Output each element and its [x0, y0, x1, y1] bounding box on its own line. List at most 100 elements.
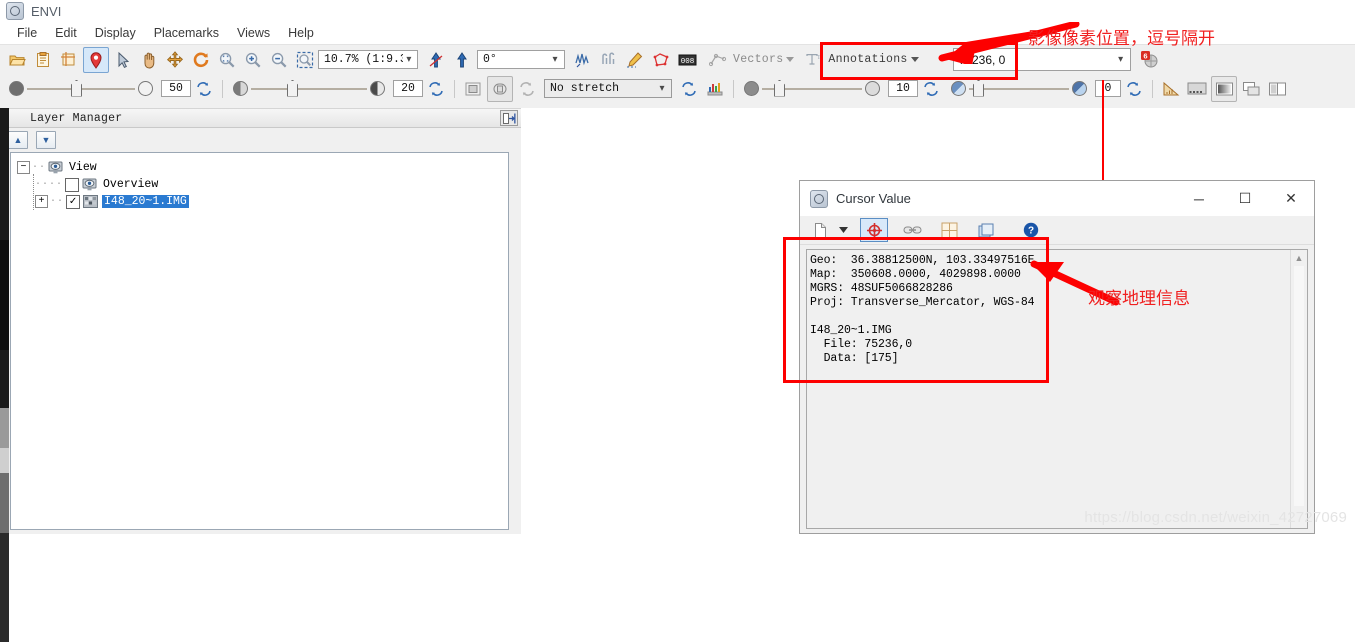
vectors-label[interactable]: Vectors — [733, 53, 783, 66]
filmstrip-icon[interactable] — [1185, 77, 1209, 101]
roi-icon[interactable] — [649, 48, 673, 72]
minimize-button[interactable]: ─ — [1176, 182, 1222, 216]
stretch-type-combo[interactable]: No stretch ▾ — [544, 79, 672, 98]
export-dropdown-caret-icon[interactable] — [837, 219, 849, 241]
menu-item-file[interactable]: File — [8, 24, 46, 42]
spectral-profile-icon[interactable] — [571, 48, 595, 72]
export-file-icon[interactable] — [808, 219, 834, 241]
grid-icon[interactable] — [936, 219, 962, 241]
go-to-pixel-icon[interactable]: 6 — [1138, 48, 1162, 72]
north-arrow-icon-2[interactable] — [450, 48, 474, 72]
annotations-icon[interactable]: T — [801, 48, 825, 72]
stacked-view-icon[interactable] — [1239, 77, 1263, 101]
chevron-down-icon[interactable]: ▾ — [1114, 54, 1128, 65]
reset-brightness-icon[interactable] — [192, 77, 216, 101]
contrast-value[interactable]: 20 — [393, 80, 423, 97]
view-eye-icon — [48, 161, 63, 174]
tree-label-overview: Overview — [103, 178, 159, 191]
tree-expander-collapse[interactable]: − — [17, 161, 30, 174]
vertical-profile-icon[interactable] — [597, 48, 621, 72]
crosshair-target-icon[interactable] — [860, 218, 888, 242]
annotations-label[interactable]: Annotations — [828, 53, 907, 66]
vectors-dropdown-caret-icon[interactable] — [786, 57, 795, 62]
zoom-to-extent-icon[interactable] — [487, 75, 513, 102]
open-file-icon[interactable] — [5, 48, 29, 72]
contrast-slider[interactable] — [230, 79, 388, 97]
crop-icon[interactable] — [57, 48, 81, 72]
split-view-icon[interactable] — [1265, 77, 1289, 101]
menu-item-edit[interactable]: Edit — [46, 24, 86, 42]
pan-hand-icon[interactable] — [137, 48, 161, 72]
close-button[interactable]: ✕ — [1268, 182, 1314, 216]
scroll-up-arrow-icon[interactable]: ▲ — [1291, 250, 1307, 266]
scrollbar-thumb[interactable] — [1294, 266, 1304, 506]
fit-to-window-icon[interactable] — [461, 77, 485, 101]
pixel-location-input[interactable]: 75236, 0 ▾ — [952, 48, 1131, 71]
rotate-icon[interactable] — [189, 48, 213, 72]
raster-checkbox[interactable]: ✓ — [66, 194, 81, 209]
menu-item-display[interactable]: Display — [86, 24, 145, 42]
menu-item-placemarks[interactable]: Placemarks — [145, 24, 228, 42]
menu-item-help[interactable]: Help — [279, 24, 323, 42]
image-strip-segment — [0, 240, 9, 350]
reset-sharpen-icon[interactable] — [1122, 77, 1146, 101]
sharpen-low-icon — [951, 81, 966, 96]
move-up-icon[interactable]: ▲ — [8, 131, 28, 149]
cursor-value-title-bar: Cursor Value ─ ☐ ✕ — [800, 181, 1314, 216]
cursor-arrow-icon[interactable] — [111, 48, 135, 72]
tree-expander-expand[interactable]: + — [35, 195, 48, 208]
dock-panel-icon[interactable] — [500, 110, 518, 126]
brightness-slider-handle[interactable] — [71, 79, 82, 97]
placemark-pin-icon[interactable] — [83, 46, 109, 73]
pixel-value-icon[interactable]: 008 — [675, 48, 699, 72]
cursor-value-scrollbar[interactable]: ▲ — [1290, 250, 1307, 528]
tree-row-overview[interactable]: ···· Overview — [17, 176, 508, 193]
measure-tool-icon[interactable] — [1159, 77, 1183, 101]
refresh-stretch-icon[interactable] — [515, 77, 539, 101]
move-crosshair-icon[interactable] — [163, 48, 187, 72]
tree-row-view[interactable]: − ·· View — [17, 159, 508, 176]
chevron-down-icon: ▾ — [659, 83, 665, 95]
layer-manager-title: Layer Manager — [30, 111, 123, 125]
sharpen-slider[interactable] — [948, 79, 1090, 97]
zoom-out-icon[interactable] — [267, 48, 291, 72]
help-icon[interactable]: ? — [1018, 219, 1044, 241]
sharpen-high-icon — [1072, 81, 1087, 96]
transparency-slider[interactable] — [741, 79, 883, 97]
annotations-dropdown-caret-icon[interactable] — [910, 57, 919, 62]
overview-checkbox[interactable] — [65, 177, 80, 192]
cursor-value-window: Cursor Value ─ ☐ ✕ ? Geo: 36.38812500N, … — [799, 180, 1315, 534]
tree-row-raster[interactable]: + ·· ✓ I48_20~1.IMG — [17, 193, 508, 210]
transparency-slider-handle[interactable] — [774, 79, 785, 97]
zoom-level-combo[interactable]: 10.7% (1:9.3) ▾ — [318, 50, 418, 69]
sharpen-slider-handle[interactable] — [973, 79, 984, 97]
rotation-combo[interactable]: 0° ▾ — [477, 50, 565, 69]
layer-tree[interactable]: − ·· View ···· Overview + ·· ✓ I48_20~1.… — [10, 152, 509, 530]
sharpen-value[interactable]: 0 — [1095, 80, 1121, 97]
stretch-reset-icon[interactable] — [677, 77, 701, 101]
transparency-value[interactable]: 10 — [888, 80, 918, 97]
brightness-slider[interactable] — [6, 79, 156, 97]
link-icon[interactable] — [899, 219, 925, 241]
vectors-icon[interactable] — [706, 48, 730, 72]
north-arrow-icon[interactable] — [424, 48, 448, 72]
zoom-level-value: 10.7% (1:9.3) — [324, 53, 403, 66]
zoom-region-icon[interactable] — [293, 48, 317, 72]
layers-icon[interactable] — [973, 219, 999, 241]
single-view-icon[interactable] — [1211, 75, 1237, 102]
tree-connector-line — [33, 174, 35, 210]
move-down-icon[interactable]: ▼ — [36, 131, 56, 149]
zoom-fit-icon[interactable] — [215, 48, 239, 72]
tree-dots: ···· — [35, 179, 64, 190]
clipboard-icon[interactable] — [31, 48, 55, 72]
histogram-icon[interactable] — [703, 77, 727, 101]
menu-item-views[interactable]: Views — [228, 24, 279, 42]
contrast-slider-handle[interactable] — [287, 79, 298, 97]
reset-transparency-icon[interactable] — [919, 77, 943, 101]
maximize-button[interactable]: ☐ — [1222, 182, 1268, 216]
reset-contrast-icon[interactable] — [424, 77, 448, 101]
annotation-pen-icon[interactable] — [623, 48, 647, 72]
brightness-low-icon — [9, 81, 24, 96]
brightness-value[interactable]: 50 — [161, 80, 191, 97]
zoom-in-icon[interactable] — [241, 48, 265, 72]
